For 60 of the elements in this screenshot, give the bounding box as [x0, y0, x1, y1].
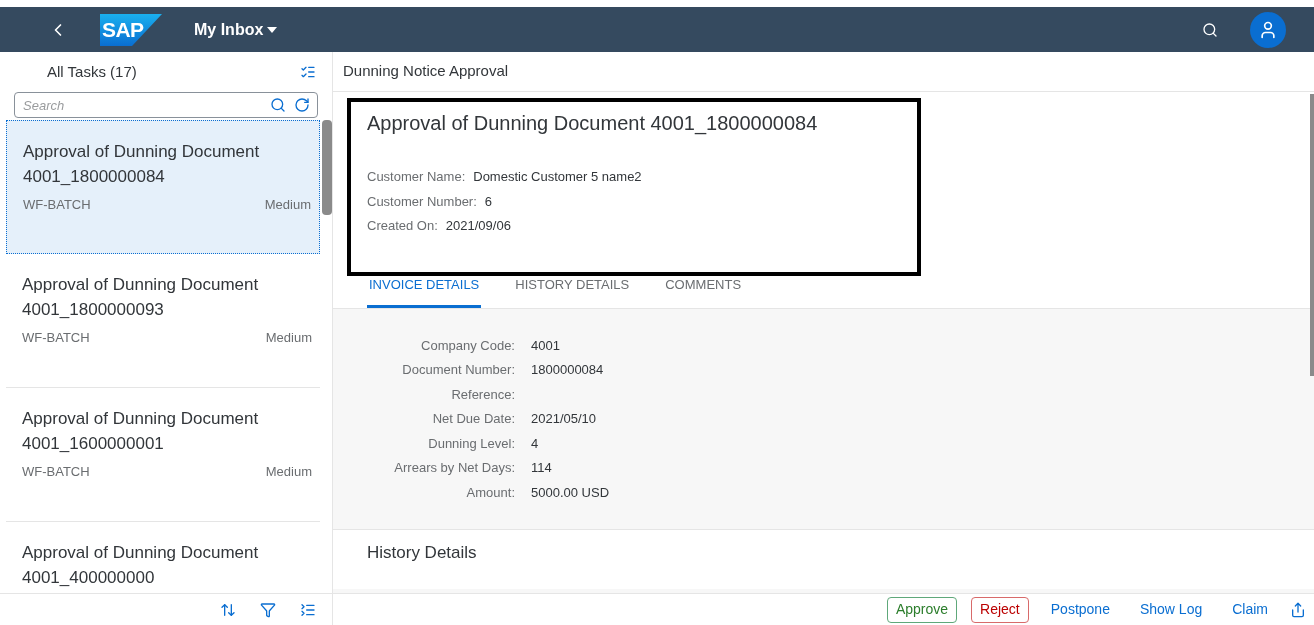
action-button[interactable]: Postpone	[1042, 596, 1118, 623]
tab[interactable]: HISTORY DETAILS	[513, 264, 632, 308]
scrollbar-thumb[interactable]	[1310, 94, 1314, 376]
user-avatar[interactable]	[1250, 11, 1286, 48]
task-creator: WF-BATCH	[23, 196, 91, 214]
sort-icon[interactable]	[220, 601, 236, 618]
dropdown-icon	[267, 26, 278, 33]
field-value: 1800000084	[531, 361, 604, 379]
attribute-label: Customer Name:	[367, 168, 466, 186]
scrollbar-thumb[interactable]	[322, 120, 332, 215]
task-item[interactable]: Approval of Dunning Document 4001_1600000001 WF-BATCH Medium	[6, 388, 320, 522]
field-value: 2021/05/10	[531, 410, 597, 428]
field-label: Document Number:	[401, 361, 515, 379]
app-title[interactable]: My Inbox	[194, 17, 278, 42]
task-priority: Medium	[264, 196, 311, 214]
action-button[interactable]: Reject	[971, 596, 1029, 623]
group-icon[interactable]	[300, 601, 316, 618]
attribute-value: Domestic Customer 5 name2	[473, 168, 642, 186]
field-label: Amount:	[465, 483, 515, 502]
action-button[interactable]: Show Log	[1131, 596, 1211, 623]
attribute-label: Customer Number:	[367, 192, 477, 211]
task-title: Approval of Dunning Document 4001_1800000084	[23, 141, 261, 188]
field-label: Dunning Level:	[427, 434, 515, 453]
field-label: Arrears by Net Days:	[393, 459, 515, 477]
attribute-value: 2021/09/06	[445, 217, 511, 235]
detail-header: Dunning Notice Approval	[343, 61, 509, 82]
list-title: All Tasks (17)	[47, 61, 137, 82]
task-creator: WF-BATCH	[22, 463, 90, 481]
field-label: Reference:	[450, 385, 515, 404]
field-value: 4	[531, 434, 539, 453]
field-value: 114	[531, 459, 552, 477]
refresh-icon[interactable]	[294, 97, 310, 113]
filter-icon[interactable]	[260, 601, 276, 618]
field-value: 5000.00 USD	[531, 483, 610, 502]
task-item[interactable]: Approval of Dunning Document 4001_1800000093 WF-BATCH Medium	[6, 254, 320, 388]
attribute-label: Created On:	[367, 217, 438, 235]
search-icon[interactable]	[270, 97, 286, 113]
tab[interactable]: INVOICE DETAILS	[367, 264, 482, 308]
section-title: History Details	[367, 542, 477, 562]
task-title: Approval of Dunning Document 4001_1800000093	[22, 274, 260, 321]
task-title: Approval of Dunning Document 4001_1800000084	[367, 111, 819, 137]
task-priority: Medium	[265, 329, 312, 347]
sap-logo: SAP	[100, 13, 162, 46]
field-label: Net Due Date:	[431, 410, 515, 428]
task-title: Approval of Dunning Document 4001_1600000001	[22, 408, 260, 455]
attribute-value: 6	[484, 192, 493, 211]
task-item[interactable]: Approval of Dunning Document 4001_1800000084 WF-BATCH Medium	[6, 120, 320, 254]
action-button[interactable]: Approve	[886, 596, 958, 623]
tab[interactable]: COMMENTS	[663, 264, 744, 308]
action-button[interactable]: Claim	[1224, 596, 1276, 623]
field-value: 4001	[531, 336, 560, 355]
search-field[interactable]: Search	[14, 92, 318, 118]
task-priority: Medium	[265, 463, 312, 481]
multi-select-icon[interactable]	[300, 64, 316, 80]
task-title: Approval of Dunning Document 4001_400000000	[22, 542, 260, 589]
task-item[interactable]: Approval of Dunning Document 4001_400000000	[6, 522, 320, 593]
search-icon[interactable]	[1202, 21, 1218, 38]
share-icon[interactable]	[1290, 601, 1306, 618]
task-creator: WF-BATCH	[22, 329, 90, 347]
field-label: Company Code:	[420, 336, 515, 355]
